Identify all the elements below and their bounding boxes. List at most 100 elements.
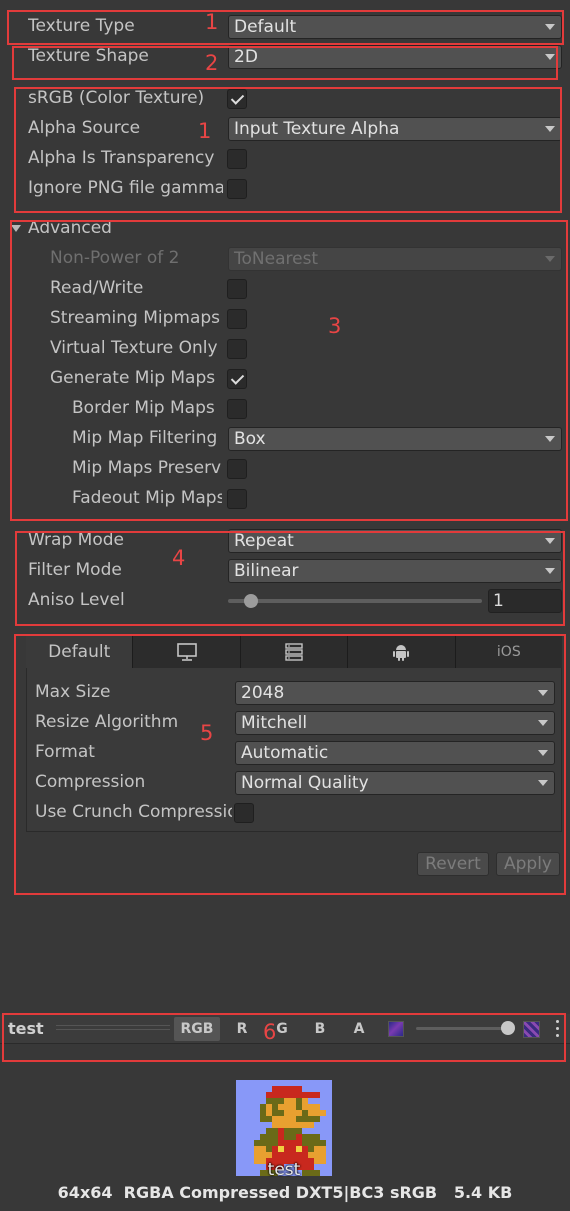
platform-tab-bar: Default iOS: [26, 636, 563, 668]
revert-button[interactable]: Revert: [417, 852, 489, 876]
aniso-level-field[interactable]: 1: [488, 589, 562, 613]
max-size-row: Max Size 2048: [0, 678, 570, 708]
fadeout-mip-maps-row: Fadeout Mip Maps: [0, 484, 570, 514]
aniso-level-slider-thumb[interactable]: [243, 594, 258, 608]
tab-android[interactable]: [348, 636, 456, 668]
mip-high-icon: [523, 1021, 540, 1038]
mip-maps-preserve-checkbox[interactable]: [227, 459, 247, 479]
annotation-number-1b: 1: [198, 119, 212, 143]
mip-map-filtering-value: Box: [234, 429, 266, 449]
mip-map-filtering-dropdown[interactable]: Box: [228, 427, 562, 451]
wrap-mode-value: Repeat: [234, 531, 294, 551]
annotation-number-4: 4: [172, 546, 186, 570]
chevron-down-icon: [538, 720, 548, 726]
chevron-down-icon: [538, 750, 548, 756]
wrap-mode-dropdown[interactable]: Repeat: [228, 529, 562, 553]
texture-shape-value: 2D: [234, 47, 258, 67]
apply-button[interactable]: Apply: [496, 852, 560, 876]
drag-handle-line-top[interactable]: [56, 1025, 170, 1026]
ignore-png-gamma-checkbox[interactable]: [227, 179, 247, 199]
mip-map-filtering-label: Mip Map Filtering: [72, 428, 218, 448]
texture-shape-row: Texture Shape 2D: [0, 42, 570, 72]
texture-type-row: Texture Type Default: [0, 12, 570, 42]
more-options-icon[interactable]: [556, 1019, 560, 1039]
non-power-of-2-value: ToNearest: [234, 249, 319, 269]
wrap-mode-row: Wrap Mode Repeat: [0, 526, 570, 556]
filter-mode-dropdown[interactable]: Bilinear: [228, 559, 562, 583]
border-mip-maps-checkbox[interactable]: [227, 399, 247, 419]
virtual-texture-only-checkbox[interactable]: [227, 339, 247, 359]
chevron-down-icon: [538, 690, 548, 696]
resize-algorithm-row: Resize Algorithm Mitchell: [0, 708, 570, 738]
preview-toolbar: test RGB R G B A: [0, 1014, 570, 1044]
fadeout-mip-maps-label: Fadeout Mip Maps: [72, 488, 222, 508]
channel-a-button[interactable]: A: [341, 1017, 377, 1041]
format-row: Format Automatic: [0, 738, 570, 768]
filter-mode-label: Filter Mode: [28, 560, 122, 580]
chevron-down-icon: [545, 24, 555, 30]
channel-r-button[interactable]: R: [224, 1017, 260, 1041]
read-write-checkbox[interactable]: [227, 279, 247, 299]
srgb-row: sRGB (Color Texture): [0, 84, 570, 114]
drag-handle-line-bottom[interactable]: [56, 1029, 170, 1030]
channel-rgb-button[interactable]: RGB: [174, 1017, 220, 1041]
streaming-mipmaps-label: Streaming Mipmaps: [50, 308, 221, 328]
monitor-icon: [176, 643, 197, 661]
tab-server[interactable]: [240, 636, 349, 668]
texture-type-label: Texture Type: [28, 16, 135, 36]
texture-shape-dropdown[interactable]: 2D: [228, 45, 562, 69]
use-crunch-row: Use Crunch Compression: [0, 798, 570, 828]
aniso-level-slider-track[interactable]: [228, 594, 482, 608]
alpha-is-transparency-checkbox[interactable]: [227, 149, 247, 169]
foldout-arrow-icon[interactable]: [11, 225, 21, 232]
compression-row: Compression Normal Quality: [0, 768, 570, 798]
tab-ios[interactable]: iOS: [455, 636, 563, 668]
mip-level-slider-thumb[interactable]: [501, 1021, 515, 1035]
border-mip-maps-row: Border Mip Maps: [0, 394, 570, 424]
use-crunch-checkbox[interactable]: [234, 803, 254, 823]
srgb-checkbox[interactable]: [227, 89, 247, 109]
advanced-foldout[interactable]: Advanced: [0, 214, 570, 244]
chevron-down-icon: [545, 538, 555, 544]
resize-algorithm-dropdown[interactable]: Mitchell: [235, 711, 555, 735]
chevron-down-icon: [545, 568, 555, 574]
preview-title: test: [8, 1019, 44, 1038]
tab-standalone[interactable]: [133, 636, 241, 668]
max-size-dropdown[interactable]: 2048: [235, 681, 555, 705]
resize-algorithm-value: Mitchell: [241, 713, 308, 733]
virtual-texture-only-row: Virtual Texture Only: [0, 334, 570, 364]
mip-maps-preserve-label: Mip Maps Preserve Coverage: [72, 458, 222, 478]
generate-mip-maps-checkbox[interactable]: [227, 369, 247, 389]
max-size-value: 2048: [241, 683, 285, 703]
annotation-number-3: 3: [328, 314, 342, 338]
read-write-label: Read/Write: [50, 278, 144, 298]
filter-mode-value: Bilinear: [234, 561, 299, 581]
compression-dropdown[interactable]: Normal Quality: [235, 771, 555, 795]
streaming-mipmaps-checkbox[interactable]: [227, 309, 247, 329]
alpha-source-dropdown[interactable]: Input Texture Alpha: [228, 117, 562, 141]
non-power-of-2-label: Non-Power of 2: [50, 248, 180, 268]
alpha-source-label: Alpha Source: [28, 118, 141, 138]
channel-b-button[interactable]: B: [302, 1017, 338, 1041]
mip-map-filtering-row: Mip Map Filtering Box: [0, 424, 570, 454]
tab-default[interactable]: Default: [26, 636, 134, 668]
mip-level-slider-track[interactable]: [416, 1021, 515, 1035]
read-write-row: Read/Write: [0, 274, 570, 304]
generate-mip-maps-row: Generate Mip Maps: [0, 364, 570, 394]
alpha-is-transparency-label: Alpha Is Transparency: [28, 148, 215, 168]
generate-mip-maps-label: Generate Mip Maps: [50, 368, 216, 388]
streaming-mipmaps-row: Streaming Mipmaps: [0, 304, 570, 334]
chevron-down-icon: [545, 126, 555, 132]
texture-info-text: 64x64 RGBA Compressed DXT5|BC3 sRGB 5.4 …: [57, 1183, 513, 1202]
non-power-of-2-dropdown: ToNearest: [228, 247, 562, 271]
border-mip-maps-label: Border Mip Maps: [72, 398, 215, 418]
texture-type-dropdown[interactable]: Default: [228, 15, 562, 39]
fadeout-mip-maps-checkbox[interactable]: [227, 489, 247, 509]
annotation-number-6: 6: [263, 1020, 277, 1044]
alpha-source-row: Alpha Source Input Texture Alpha: [0, 114, 570, 144]
compression-value: Normal Quality: [241, 773, 369, 793]
chevron-down-icon: [545, 54, 555, 60]
mip-maps-preserve-row: Mip Maps Preserve Coverage: [0, 454, 570, 484]
aniso-level-row: Aniso Level 1: [0, 586, 570, 616]
format-dropdown[interactable]: Automatic: [235, 741, 555, 765]
